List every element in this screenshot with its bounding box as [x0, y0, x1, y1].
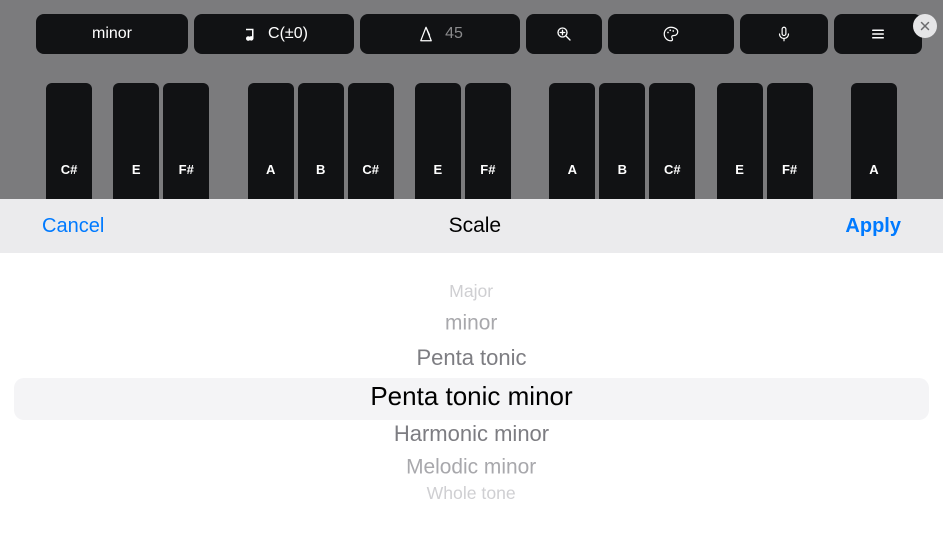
scale-button[interactable]: minor: [36, 14, 188, 54]
picker-option[interactable]: Major: [382, 281, 560, 302]
piano-key[interactable]: C#: [46, 83, 92, 199]
key-gap: [213, 83, 226, 199]
keyboard-row: C#EF#ABC#EF#ABC#EF#A: [0, 83, 943, 199]
piano-key[interactable]: B: [298, 83, 344, 199]
palette-icon: [662, 25, 680, 43]
scale-label: minor: [92, 25, 132, 43]
picker-option[interactable]: Harmonic minor: [370, 417, 572, 451]
sheet-title: Scale: [449, 214, 502, 238]
piano-key[interactable]: E: [113, 83, 159, 199]
picker-option[interactable]: minor: [375, 307, 567, 339]
piano-key[interactable]: A: [549, 83, 595, 199]
piano-key[interactable]: E: [717, 83, 763, 199]
piano-key[interactable]: F#: [163, 83, 209, 199]
zoom-in-icon: [555, 25, 573, 43]
piano-key[interactable]: E: [415, 83, 461, 199]
key-label: C(±0): [268, 25, 308, 43]
metronome-icon: [417, 25, 435, 43]
picker-option[interactable]: Whole tone: [382, 483, 560, 504]
picker-option[interactable]: Melodic minor: [375, 451, 567, 483]
picker-option[interactable]: Penta tonic: [370, 341, 572, 375]
piano-key[interactable]: C#: [649, 83, 695, 199]
sheet-header: Cancel Scale Apply: [0, 199, 943, 253]
picker-column[interactable]: Major minorPenta tonicPenta tonic minorHa…: [370, 283, 572, 509]
mic-button[interactable]: [740, 14, 828, 54]
tempo-value: 45: [445, 25, 463, 43]
key-gap: [817, 83, 830, 199]
key-gap: [96, 83, 109, 199]
key-gap: [230, 83, 243, 199]
piano-key[interactable]: A: [851, 83, 897, 199]
key-gap: [699, 83, 712, 199]
picker-option[interactable]: Penta tonic minor: [370, 375, 572, 417]
tempo-button[interactable]: 45: [360, 14, 520, 54]
zoom-button[interactable]: [526, 14, 602, 54]
key-button[interactable]: C(±0): [194, 14, 354, 54]
piano-key[interactable]: F#: [767, 83, 813, 199]
key-gap: [532, 83, 545, 199]
palette-button[interactable]: [608, 14, 734, 54]
apply-button[interactable]: Apply: [845, 215, 901, 238]
mic-icon: [775, 25, 793, 43]
menu-button[interactable]: [834, 14, 922, 54]
piano-key[interactable]: C#: [348, 83, 394, 199]
piano-key[interactable]: A: [248, 83, 294, 199]
toolbar: minor C(±0) 45: [36, 14, 907, 54]
menu-icon: [869, 25, 887, 43]
top-area: minor C(±0) 45 C#EF#ABC#EF#ABC#EF#A: [0, 0, 943, 199]
music-note-icon: [240, 25, 258, 43]
scale-picker[interactable]: Major minorPenta tonicPenta tonic minorHa…: [0, 253, 943, 533]
close-icon: [919, 20, 931, 32]
close-button[interactable]: [913, 14, 937, 38]
piano-key[interactable]: B: [599, 83, 645, 199]
piano-key[interactable]: F#: [465, 83, 511, 199]
key-gap: [398, 83, 411, 199]
key-gap: [515, 83, 528, 199]
cancel-button[interactable]: Cancel: [42, 215, 104, 238]
key-gap: [834, 83, 847, 199]
